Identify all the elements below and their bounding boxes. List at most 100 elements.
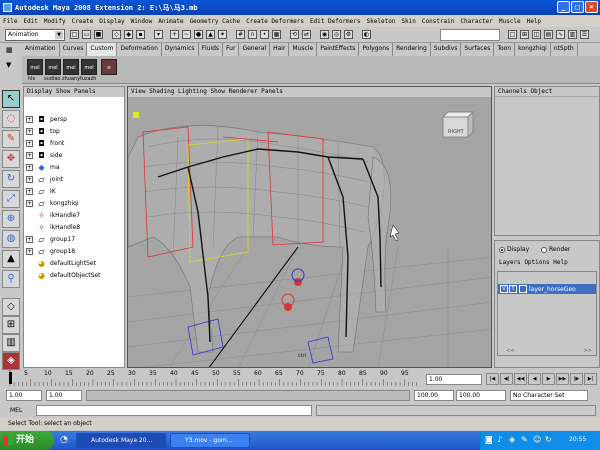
messenger-icon[interactable]: ☺ <box>533 435 541 444</box>
shelf-button-sudiao[interactable]: mel <box>45 59 61 75</box>
menu-skeleton[interactable]: Skeleton <box>364 18 399 25</box>
snap-point-icon[interactable]: • <box>260 30 269 39</box>
shelf-tab-dynamics[interactable]: Dynamics <box>162 43 199 56</box>
layout-four-pane-icon[interactable]: ⊞ <box>2 316 20 334</box>
expand-icon[interactable]: + <box>26 152 33 159</box>
history-icon[interactable]: ⟲ <box>290 30 299 39</box>
outliner-menu-panels[interactable]: Panels <box>74 88 96 95</box>
layer-menu-layers[interactable]: Layers <box>499 259 521 266</box>
menu-window[interactable]: Window <box>128 18 156 25</box>
quick-launch-icon[interactable]: ◔ <box>60 435 68 445</box>
shelf-tab-polygons[interactable]: Polygons <box>359 43 394 56</box>
shelf-tab-surfaces[interactable]: Surfaces <box>461 43 495 56</box>
shelf-tab-hair[interactable]: Hair <box>270 43 290 56</box>
go-to-end-button[interactable]: ▶| <box>584 373 597 385</box>
layout-two-pane-icon[interactable]: ▥ <box>2 334 20 352</box>
play-backward-button[interactable]: ◀ <box>528 373 541 385</box>
shelf-tab-curves[interactable]: Curves <box>60 43 88 56</box>
render-settings-icon[interactable]: ⚙ <box>344 30 353 39</box>
viewport-menu-renderer[interactable]: Renderer <box>229 88 258 95</box>
volume-icon[interactable]: ♪ <box>497 435 502 444</box>
shelf-button-zhuany[interactable]: mel <box>63 59 79 75</box>
layer-visibility-toggle[interactable]: V <box>500 285 508 293</box>
shelf-tab-fluids[interactable]: Fluids <box>199 43 224 56</box>
taskbar-item-maya[interactable]: Autodesk Maya 20... <box>76 433 166 448</box>
clock[interactable]: 20:55 <box>569 436 586 443</box>
step-back-key-button[interactable]: ◀| <box>500 373 513 385</box>
outliner-item-joint[interactable]: + ▱ joint <box>26 174 63 185</box>
quick-select-field[interactable] <box>440 29 500 41</box>
shelf-button-fuzazh[interactable]: mel <box>81 59 97 75</box>
network-icon[interactable]: ◙ <box>485 435 493 444</box>
layout-single-icon[interactable]: □ <box>508 30 517 39</box>
lasso-tool-icon[interactable]: ◌ <box>2 110 20 128</box>
menu-create-deformers[interactable]: Create Deformers <box>243 18 307 25</box>
shelf-menu-icon[interactable]: ▦ <box>6 46 13 54</box>
show-manipulator-icon[interactable]: ▲ <box>2 250 20 268</box>
outliner-item-persp[interactable]: + ◘ persp <box>26 114 67 125</box>
outliner-item-group18[interactable]: + ▱ group18 <box>26 246 75 257</box>
layout-outliner-icon[interactable]: ▤ <box>544 30 553 39</box>
menu-create[interactable]: Create <box>69 18 97 25</box>
channel-menu-object[interactable]: Object <box>531 88 553 95</box>
expand-icon[interactable]: + <box>26 236 33 243</box>
last-tool-icon[interactable]: ⚲ <box>2 270 20 288</box>
step-forward-key-button[interactable]: |▶ <box>570 373 583 385</box>
mask-deformers-icon[interactable]: ▲ <box>206 30 215 39</box>
view-cube-label[interactable]: RIGHT <box>448 129 464 135</box>
input-output-icon[interactable]: ⇄ <box>302 30 311 39</box>
shelf-tab-custom[interactable]: Custom <box>87 43 118 56</box>
expand-icon[interactable]: + <box>26 188 33 195</box>
shelf-tab-ntspth[interactable]: ntSpth <box>551 43 578 56</box>
move-tool-icon[interactable]: ✥ <box>2 150 20 168</box>
layout-side-icon[interactable]: ◫ <box>532 30 541 39</box>
viewport-menu-lighting[interactable]: Lighting <box>178 88 207 95</box>
mask-curves-icon[interactable]: ~ <box>182 30 191 39</box>
expand-icon[interactable]: + <box>26 164 33 171</box>
outliner-item-defaultlightset[interactable]: ◕ defaultLightSet <box>26 258 96 269</box>
menu-help[interactable]: Help <box>524 18 544 25</box>
show-attribute-editor-icon[interactable]: ☰ <box>580 30 589 39</box>
outliner-item-top[interactable]: + ◘ top <box>26 126 60 137</box>
shelf-tab-rendering[interactable]: Rendering <box>393 43 431 56</box>
expand-icon[interactable]: + <box>26 116 33 123</box>
new-scene-icon[interactable]: □ <box>70 30 79 39</box>
ipr-render-icon[interactable]: ◎ <box>332 30 341 39</box>
save-scene-icon[interactable]: ■ <box>94 30 103 39</box>
viewport-menu-shading[interactable]: Shading <box>149 88 174 95</box>
layer-color-swatch[interactable] <box>519 285 527 293</box>
playback-start-field[interactable]: 1.00 <box>46 390 82 401</box>
menu-modify[interactable]: Modify <box>41 18 69 25</box>
scroll-right-icon[interactable]: >> <box>584 348 592 354</box>
shelf-button-hls[interactable]: mel <box>27 59 43 75</box>
viewport-menu-show[interactable]: Show <box>211 88 225 95</box>
security-icon[interactable]: ◈ <box>509 435 515 444</box>
expand-icon[interactable]: + <box>26 248 33 255</box>
rotate-tool-icon[interactable]: ↻ <box>2 170 20 188</box>
hypershade-icon[interactable]: ◐ <box>362 30 371 39</box>
layer-row[interactable]: V T layer_horseGeo <box>498 284 596 294</box>
outliner-item-defaultobjectset[interactable]: ◕ defaultObjectSet <box>26 270 101 281</box>
select-tool-icon[interactable]: ↖ <box>2 90 20 108</box>
taskbar-item-video[interactable]: Y3.mov - gom... <box>170 433 250 448</box>
menu-file[interactable]: File <box>0 18 20 25</box>
update-icon[interactable]: ↻ <box>545 435 552 444</box>
snap-grid-icon[interactable]: # <box>236 30 245 39</box>
end-time-field[interactable]: 100.00 <box>456 390 506 401</box>
ime-icon[interactable]: ✎ <box>521 435 528 444</box>
menuset-dropdown[interactable]: Animation ▼ <box>5 29 65 41</box>
manipulator-tool-icon[interactable]: ⊕ <box>2 210 20 228</box>
shelf-tab-animation[interactable]: Animation <box>22 43 60 56</box>
shelf-tab-menu-icon[interactable]: ▼ <box>6 61 11 69</box>
select-object-icon[interactable]: ◆ <box>124 30 133 39</box>
expand-icon[interactable]: + <box>26 200 33 207</box>
outliner-item-group17[interactable]: + ▱ group17 <box>26 234 75 245</box>
range-bar[interactable] <box>86 390 410 401</box>
layer-menu-help[interactable]: Help <box>553 259 567 266</box>
shelf-tab-fur[interactable]: Fur <box>223 43 240 56</box>
outliner-item-ikhandle8[interactable]: ✧ ikHandle8 <box>26 222 80 233</box>
layer-mode-display[interactable]: Display <box>499 246 529 253</box>
outliner-menu-display[interactable]: Display <box>27 88 52 95</box>
shelf-tab-kongzhiqi[interactable]: kongzhiqi <box>515 43 551 56</box>
menu-character[interactable]: Character <box>457 18 496 25</box>
